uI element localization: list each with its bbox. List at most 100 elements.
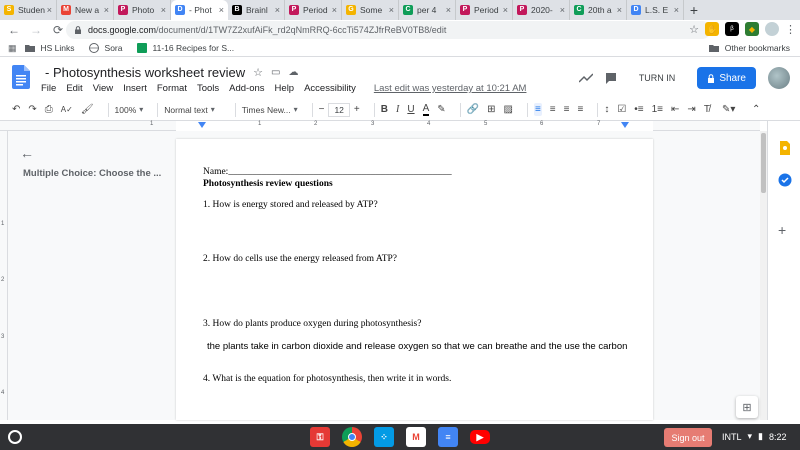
close-tab-icon[interactable]: × [161,5,166,15]
browser-menu-icon[interactable]: ⋮ [785,23,796,36]
outline-heading[interactable]: Multiple Choice: Choose the ... [23,168,161,179]
close-tab-icon[interactable]: × [503,5,508,15]
close-tab-icon[interactable]: × [389,5,394,15]
align-justify-icon[interactable]: ≡ [577,104,583,115]
browser-tab[interactable]: M New a × [57,0,114,20]
keep-icon[interactable] [778,141,792,155]
line-spacing-icon[interactable]: ↕ [604,104,609,115]
sign-out-button[interactable]: Sign out [664,428,712,447]
star-icon[interactable]: ☆ [689,23,699,36]
menu-item-edit[interactable]: Edit [66,83,82,94]
right-indent-marker[interactable] [621,122,629,128]
close-tab-icon[interactable]: × [560,5,565,15]
close-tab-icon[interactable]: × [617,5,622,15]
align-right-icon[interactable]: ≡ [564,104,570,115]
scrollbar[interactable] [760,131,767,420]
menu-item-insert[interactable]: Insert [123,83,147,94]
menu-item-format[interactable]: Format [157,83,187,94]
bold-button[interactable]: B [381,104,388,115]
browser-tab[interactable]: C 20th a × [570,0,627,20]
italic-button[interactable]: I [396,104,399,115]
increase-font-size-button[interactable]: + [354,104,360,115]
close-tab-icon[interactable]: × [47,5,52,15]
explore-button[interactable]: ⊞ [736,396,758,418]
decrease-font-size-button[interactable]: − [319,104,325,115]
chrome-icon[interactable] [342,427,362,447]
apps-icon[interactable]: ▦ [8,43,17,54]
new-tab-button[interactable]: + [684,0,704,20]
checklist-icon[interactable]: ☑ [617,104,626,115]
decrease-indent-icon[interactable]: ⇤ [671,104,679,115]
browser-tab[interactable]: Cper 4 × [399,0,456,20]
doc-title[interactable]: - Photosynthesis worksheet review [45,65,245,80]
editing-mode-icon[interactable]: ✎▾ [722,104,735,115]
omnibox[interactable]: docs.google.com/document/d/1TW7Z2xufAiFk… [66,21,711,39]
browser-tab[interactable]: P 2020- × [513,0,570,20]
close-tab-icon[interactable]: × [674,5,679,15]
clear-formatting-icon[interactable]: T̸ [704,104,710,115]
spellcheck-icon[interactable]: A✓ [61,105,73,114]
close-tab-icon[interactable]: × [275,5,280,15]
font-size-input[interactable]: 12 [328,102,350,117]
bulleted-list-icon[interactable]: •≡ [634,104,643,115]
reload-icon[interactable]: ⟳ [50,23,66,37]
document-page[interactable]: Name:___________________________________… [176,139,653,420]
last-edit-link[interactable]: Last edit was yesterday at 10:21 AM [374,83,527,94]
browser-tab[interactable]: D - Phot × [171,0,228,20]
share-button[interactable]: Share [697,67,756,89]
other-bookmarks[interactable]: Other bookmarks [708,43,790,53]
menu-item-help[interactable]: Help [275,83,295,94]
close-tab-icon[interactable]: × [332,5,337,15]
browser-tab[interactable]: S Studen × [0,0,57,20]
font-select[interactable]: Times New... [242,105,298,115]
menu-item-tools[interactable]: Tools [197,83,219,94]
bookmark-sora[interactable]: Sora [88,43,123,53]
browser-tab[interactable]: P Period × [285,0,342,20]
print-icon[interactable]: ⎙ [45,104,53,115]
bookmark-recipes[interactable]: 11-16 Recipes for S... [136,43,234,53]
browser-tab[interactable]: D L.S. E × [627,0,684,20]
browser-tab[interactable]: B Brainl × [228,0,285,20]
collapse-menus-icon[interactable]: ⌃ [752,104,760,115]
add-comment-icon[interactable]: ⊞ [487,104,495,115]
star-icon[interactable]: ☆ [253,66,263,79]
close-tab-icon[interactable]: × [219,5,224,15]
bookmark-hs-links[interactable]: HS Links [24,43,75,53]
files-app-icon[interactable]: ⚿ [310,427,330,447]
highlight-icon[interactable]: ✎ [437,104,445,115]
increase-indent-icon[interactable]: ⇥ [687,104,695,115]
back-icon[interactable]: ← [6,23,22,37]
numbered-list-icon[interactable]: 1≡ [652,104,663,115]
comment-icon[interactable] [605,72,617,84]
app-icon-dots[interactable]: ⁘ [374,427,394,447]
browser-tab[interactable]: G Some × [342,0,399,20]
cloud-status-icon[interactable]: ☁ [288,67,298,78]
profile-icon[interactable] [765,22,779,36]
style-select[interactable]: Normal text [164,105,214,115]
status-tray[interactable]: INTL ▾ ▮ 8:22 [722,431,787,442]
scrollbar-thumb[interactable] [761,133,766,193]
forward-icon[interactable]: → [28,23,44,37]
text-color-button[interactable]: A [422,103,430,116]
close-outline-icon[interactable]: ← [20,145,34,161]
menu-item-file[interactable]: File [41,83,56,94]
docs-logo-icon[interactable] [12,65,30,89]
extension-hand-icon[interactable]: ✋ [705,22,719,36]
menu-item-accessibility[interactable]: Accessibility [304,83,356,94]
left-indent-marker[interactable] [198,122,206,128]
underline-button[interactable]: U [407,104,414,115]
zoom-select[interactable]: 100% [115,105,144,115]
close-tab-icon[interactable]: × [104,5,109,15]
menu-item-add-ons[interactable]: Add-ons [229,83,264,94]
extension-shield-icon[interactable]: ◆ [745,22,759,36]
youtube-icon[interactable]: ▶ [470,430,490,444]
browser-tab[interactable]: P Photo × [114,0,171,20]
paint-format-icon[interactable]: 🖌 [81,104,94,115]
move-folder-icon[interactable]: ▭ [271,67,280,78]
extension-beta-icon[interactable]: β [725,22,739,36]
image-icon[interactable]: ▨ [503,104,512,115]
undo-icon[interactable]: ↶ [12,104,20,115]
gmail-icon[interactable]: M [406,427,426,447]
browser-tab[interactable]: P Period × [456,0,513,20]
add-addon-icon[interactable]: + [778,223,792,237]
